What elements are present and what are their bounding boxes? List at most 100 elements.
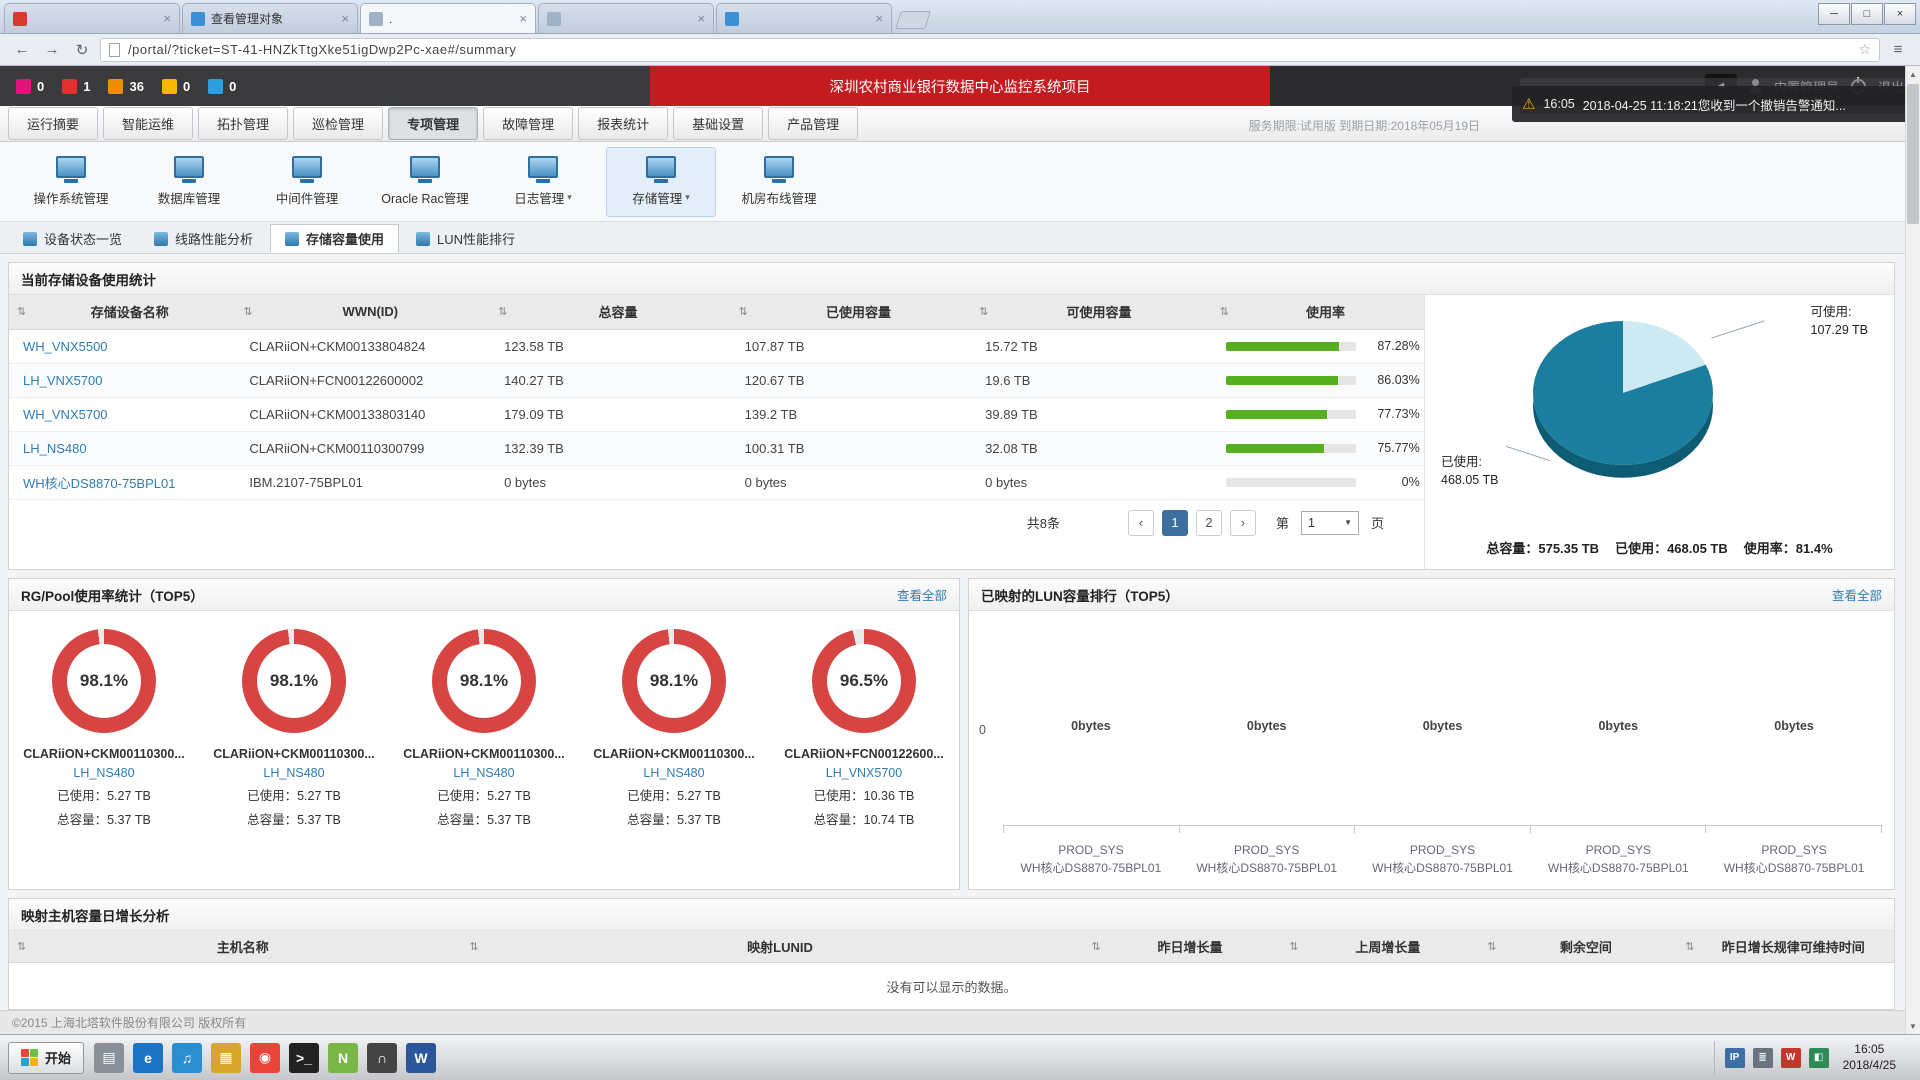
col-free[interactable]: ⇅ 可使用容量 <box>971 295 1212 330</box>
donut-device-link[interactable]: LH_NS480 <box>263 766 324 780</box>
minimize-button[interactable]: ─ <box>1818 3 1850 25</box>
keyboard-icon[interactable]: ≣ <box>1752 1047 1773 1068</box>
browser-tab-5[interactable]: × <box>716 3 892 33</box>
nav-item-product-mgmt[interactable]: 产品管理 <box>768 107 859 140</box>
nav-item-special-mgmt[interactable]: 专项管理 <box>388 107 479 140</box>
alert-minor[interactable]: 36 <box>108 78 144 94</box>
device-link[interactable]: WH_VNX5700 <box>23 407 108 422</box>
tab-line-performance[interactable]: 线路性能分析 <box>139 224 268 253</box>
device-link[interactable]: LH_VNX5700 <box>23 373 103 388</box>
nav-item-run-summary[interactable]: 运行摘要 <box>8 107 99 140</box>
sort-icon[interactable]: ⇅ <box>1289 940 1298 953</box>
nav-item-fault-mgmt[interactable]: 故障管理 <box>483 107 574 140</box>
media-player-icon[interactable]: ♫ <box>172 1042 203 1073</box>
tab-close-icon[interactable]: × <box>341 11 349 26</box>
view-all-link[interactable]: 查看全部 <box>897 585 947 604</box>
chrome-icon[interactable]: ◉ <box>250 1042 281 1073</box>
menu-item-oracle-rac-mgmt[interactable]: Oracle Rac管理 <box>370 147 480 217</box>
col-sustain-time[interactable]: ⇅ 昨日增长规律可维持时间 <box>1677 937 1894 956</box>
sort-icon[interactable]: ⇅ <box>1487 940 1496 953</box>
col-total[interactable]: ⇅ 总容量 <box>490 295 731 330</box>
page-1-button[interactable]: 1 <box>1161 509 1188 536</box>
tab-close-icon[interactable]: × <box>697 11 705 26</box>
tab-close-icon[interactable]: × <box>163 11 171 26</box>
tab-lun-performance[interactable]: LUN性能排行 <box>401 224 530 253</box>
menu-item-db-mgmt[interactable]: 数据库管理 <box>134 147 244 217</box>
alert-info[interactable]: 0 <box>208 78 236 94</box>
col-device-name[interactable]: ⇅ 存储设备名称 <box>9 295 236 330</box>
col-yesterday-growth[interactable]: ⇅ 昨日增长量 <box>1083 937 1281 956</box>
url-text[interactable]: /portal/?ticket=ST-41-HNZkTtgXke51igDwp2… <box>128 42 1850 57</box>
notepad-icon[interactable]: N <box>328 1042 359 1073</box>
sort-icon[interactable]: ⇅ <box>979 305 988 318</box>
donut-device-link[interactable]: LH_NS480 <box>643 766 704 780</box>
sort-icon[interactable]: ⇅ <box>469 940 478 953</box>
donut-device-link[interactable]: LH_NS480 <box>453 766 514 780</box>
menu-item-log-mgmt[interactable]: 日志管理 ▾ <box>488 147 598 217</box>
menu-item-middleware-mgmt[interactable]: 中间件管理 <box>252 147 362 217</box>
sort-icon[interactable]: ⇅ <box>1091 940 1100 953</box>
menu-item-storage-mgmt[interactable]: 存储管理 ▾ <box>606 146 716 217</box>
printer-icon[interactable]: ▤ <box>94 1042 125 1073</box>
nav-item-basic-settings[interactable]: 基础设置 <box>673 107 764 140</box>
terminal-icon[interactable]: >_ <box>289 1042 320 1073</box>
sort-icon[interactable]: ⇅ <box>1685 940 1694 953</box>
tray-app-icon[interactable]: W <box>1780 1047 1801 1068</box>
nav-item-smart-ops[interactable]: 智能运维 <box>103 107 194 140</box>
back-icon[interactable]: ← <box>10 38 34 62</box>
alert-major[interactable]: 1 <box>62 78 90 94</box>
page-select[interactable]: 1 ▼ <box>1300 510 1359 535</box>
url-box[interactable]: /portal/?ticket=ST-41-HNZkTtgXke51igDwp2… <box>100 37 1880 62</box>
donut-device-link[interactable]: LH_NS480 <box>73 766 134 780</box>
nav-item-inspection[interactable]: 巡检管理 <box>293 107 384 140</box>
new-tab-button[interactable] <box>895 11 931 29</box>
view-all-link[interactable]: 查看全部 <box>1832 585 1882 604</box>
browser-tab-1[interactable]: × <box>4 3 180 33</box>
sort-icon[interactable]: ⇅ <box>17 305 26 318</box>
tab-close-icon[interactable]: × <box>875 11 883 26</box>
forward-icon[interactable]: → <box>40 38 64 62</box>
tab-storage-capacity[interactable]: 存储容量使用 <box>270 224 400 253</box>
tray-status-icon[interactable]: ◧ <box>1808 1047 1829 1068</box>
sort-icon[interactable]: ⇅ <box>739 305 748 318</box>
browser-tab-3[interactable]: . × <box>360 3 536 33</box>
ie-icon[interactable]: e <box>133 1042 164 1073</box>
donut-device-link[interactable]: LH_VNX5700 <box>826 766 902 780</box>
menu-item-os-mgmt[interactable]: 操作系统管理 <box>16 147 126 217</box>
col-used[interactable]: ⇅ 已使用容量 <box>730 295 972 330</box>
start-button[interactable]: 开始 <box>8 1041 85 1074</box>
nav-item-topology[interactable]: 拓扑管理 <box>198 107 289 140</box>
next-page-button[interactable]: › <box>1229 509 1256 536</box>
page-2-button[interactable]: 2 <box>1195 509 1222 536</box>
sort-icon[interactable]: ⇅ <box>243 305 252 318</box>
notification-toast[interactable]: ⚠ 16:05 2018-04-25 11:18:21您收到一个撤销告警通知..… <box>1512 86 1912 122</box>
tab-close-icon[interactable]: × <box>519 11 527 26</box>
sort-icon[interactable]: ⇅ <box>17 940 26 953</box>
close-button[interactable]: × <box>1884 3 1916 25</box>
device-link[interactable]: LH_NS480 <box>23 441 87 456</box>
scrollbar-thumb[interactable] <box>1907 84 1919 224</box>
col-lastweek-growth[interactable]: ⇅ 上周增长量 <box>1281 937 1479 956</box>
prev-page-button[interactable]: ‹ <box>1127 509 1154 536</box>
col-remaining-space[interactable]: ⇅ 剩余空间 <box>1479 937 1677 956</box>
folder-icon[interactable]: ▦ <box>211 1042 242 1073</box>
alert-critical[interactable]: 0 <box>16 78 44 94</box>
device-link[interactable]: WH核心DS8870-75BPL01 <box>23 476 175 491</box>
scroll-down-icon[interactable]: ▼ <box>1906 1018 1920 1034</box>
col-wwn[interactable]: ⇅ WWN(ID) <box>235 295 491 330</box>
scroll-up-icon[interactable]: ▲ <box>1906 66 1920 82</box>
word-icon[interactable]: W <box>406 1042 437 1073</box>
sort-icon[interactable]: ⇅ <box>498 305 507 318</box>
menu-item-cabling-mgmt[interactable]: 机房布线管理 <box>724 147 834 217</box>
col-host-name[interactable]: ⇅ 主机名称 <box>9 937 461 956</box>
device-link[interactable]: WH_VNX5500 <box>23 339 108 354</box>
nav-item-report-stats[interactable]: 报表统计 <box>578 107 669 140</box>
page-scrollbar[interactable]: ▲ ▼ <box>1905 66 1920 1034</box>
browser-menu-icon[interactable]: ≡ <box>1886 38 1910 62</box>
headset-icon[interactable]: ∩ <box>367 1042 398 1073</box>
alert-warning[interactable]: 0 <box>161 78 190 94</box>
col-usage[interactable]: ⇅ 使用率 <box>1211 295 1424 330</box>
col-lun-id[interactable]: ⇅ 映射LUNID <box>461 937 1083 956</box>
sort-icon[interactable]: ⇅ <box>1220 305 1229 318</box>
refresh-icon[interactable]: ↻ <box>70 38 94 62</box>
